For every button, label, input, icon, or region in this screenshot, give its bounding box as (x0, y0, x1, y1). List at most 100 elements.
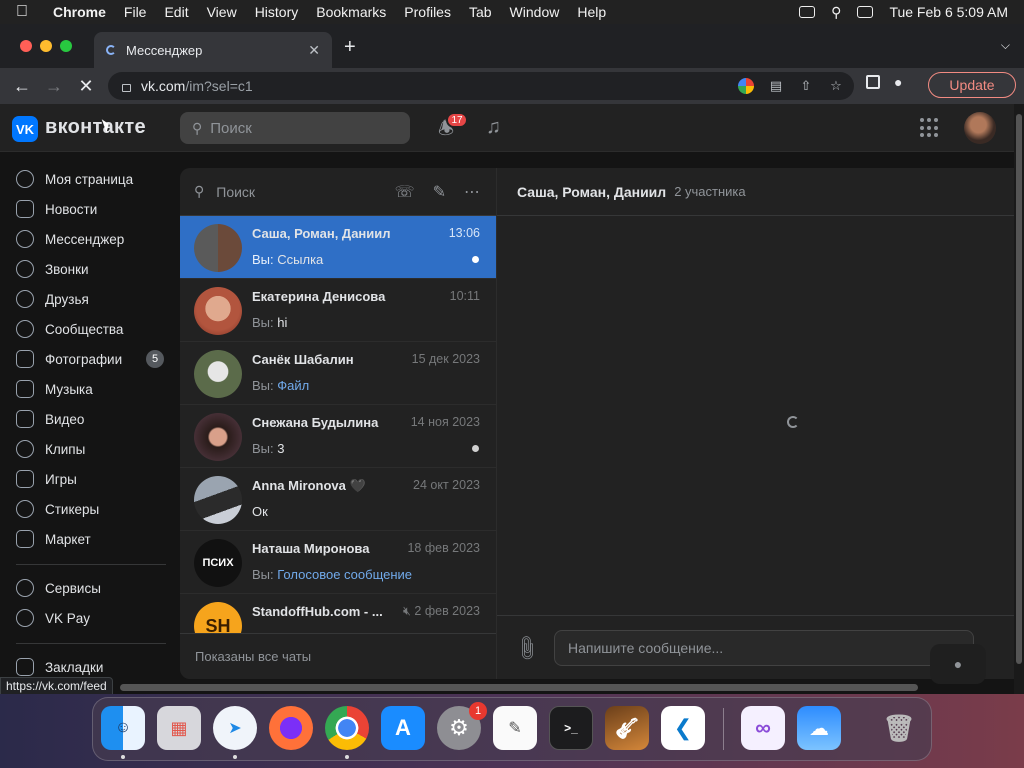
terminal-icon[interactable]: >_ (549, 706, 593, 750)
menu-history[interactable]: History (246, 4, 308, 20)
sidebar-item-news[interactable]: Новости (16, 194, 168, 224)
vk-logo-icon[interactable]: VK (12, 116, 38, 142)
bookmark-star-icon[interactable]: ☆ (828, 78, 844, 94)
conversation-time: 14 ноя 2023 (410, 415, 480, 429)
scrollbar-thumb[interactable] (1016, 114, 1022, 664)
forward-arrow-icon[interactable]: → (38, 76, 70, 97)
sidebar-item-stickers[interactable]: Стикеры (16, 494, 168, 524)
chat-bubble-icon[interactable]: ● (930, 644, 986, 684)
chrome-icon[interactable] (325, 706, 369, 750)
sidebar-item-messenger[interactable]: Мессенджер (16, 224, 168, 254)
horizontal-scrollbar[interactable] (120, 684, 918, 691)
chat-header[interactable]: Саша, Роман, Даниил 2 участника (497, 168, 1014, 216)
tab-close-icon[interactable]: ✕ (308, 42, 320, 59)
clips-icon (16, 440, 34, 458)
translate-icon[interactable]: ▤ (768, 78, 784, 94)
more-icon[interactable]: ⋯ (464, 182, 480, 202)
conversation-row[interactable]: Екатерина Денисова 10:11 Вы: hi (180, 279, 496, 342)
conversation-row[interactable]: ПСИХ Наташа Миронова 18 фев 2023 Вы: Гол… (180, 531, 496, 594)
group-avatar (194, 224, 242, 272)
google-icon[interactable] (738, 78, 754, 94)
preview-link[interactable]: Голосовое сообщение (277, 567, 412, 582)
app-store-icon[interactable]: A (381, 706, 425, 750)
message-input-placeholder: Напишите сообщение... (568, 640, 724, 656)
page-scrollbar[interactable] (1014, 104, 1024, 694)
sidebar-item-my-page[interactable]: Моя страница (16, 164, 168, 194)
vscode-icon[interactable]: ❮ (661, 706, 705, 750)
firefox-icon[interactable] (269, 706, 313, 750)
menu-bookmarks[interactable]: Bookmarks (307, 4, 395, 20)
muted-icon: 🔇︎ (403, 604, 415, 618)
minimize-window-button[interactable] (40, 40, 52, 52)
sidebar-item-video[interactable]: Видео (16, 404, 168, 434)
launchpad-icon[interactable]: ▦ (157, 706, 201, 750)
sidebar-item-photos[interactable]: Фотографии 5 (16, 344, 168, 374)
sidebar-item-vk-pay[interactable]: VK Pay (16, 603, 168, 633)
profile-icon[interactable]: ● (894, 74, 902, 90)
sidebar-item-games[interactable]: Игры (16, 464, 168, 494)
sidebar-item-clips[interactable]: Клипы (16, 434, 168, 464)
lock-icon[interactable] (122, 84, 131, 92)
vk-brand[interactable]: вконтакте (45, 116, 146, 139)
finder-icon[interactable]: ☺ (101, 706, 145, 750)
sidebar-item-calls[interactable]: Звонки (16, 254, 168, 284)
close-window-button[interactable] (20, 40, 32, 52)
spotlight-icon[interactable]: ⚲ (831, 4, 841, 21)
vk-search-input[interactable]: ⚲ Поиск (180, 112, 410, 144)
menu-view[interactable]: View (198, 4, 246, 20)
garageband-icon[interactable]: 🎸︎ (605, 706, 649, 750)
conversation-row[interactable]: Санёк Шабалин 15 дек 2023 Вы: Файл (180, 342, 496, 405)
update-button[interactable]: Update (928, 72, 1016, 98)
share-icon[interactable]: ⇧ (798, 78, 814, 94)
menu-window[interactable]: Window (501, 4, 569, 20)
back-arrow-icon[interactable]: ← (6, 76, 38, 97)
tab-loading-icon (106, 45, 116, 55)
tab-search-chevron-icon[interactable]: ⌵ (1001, 38, 1010, 53)
apps-grid-icon[interactable] (920, 118, 940, 138)
browser-tab[interactable]: Мессенджер ✕ (94, 32, 332, 68)
sidebar-item-friends[interactable]: Друзья (16, 284, 168, 314)
sidebar-item-communities[interactable]: Сообщества (16, 314, 168, 344)
sidebar-item-music[interactable]: Музыка (16, 374, 168, 404)
sidebar-item-label: Видео (45, 411, 85, 427)
chat-members-count[interactable]: 2 участника (674, 184, 745, 199)
weather-icon[interactable]: ☁ (797, 706, 841, 750)
conversation-row[interactable]: Саша, Роман, Даниил 13:06 Вы: Ссылка (180, 216, 496, 279)
im-search-input[interactable]: ⚲ Поиск ☏ ✎ ⋯ (180, 168, 496, 216)
sidebar-item-market[interactable]: Маркет (16, 524, 168, 554)
menu-app-name[interactable]: Chrome (44, 4, 115, 20)
vk-search-placeholder: Поиск (210, 119, 252, 137)
preview-link[interactable]: Файл (277, 378, 309, 393)
conversation-row[interactable]: Anna Mironova 🖤 24 окт 2023 Ок (180, 468, 496, 531)
trash-icon[interactable]: 🗑︎ (877, 706, 921, 750)
menu-help[interactable]: Help (568, 4, 615, 20)
unread-dot (472, 256, 479, 263)
sidebar-item-services[interactable]: Сервисы (16, 573, 168, 603)
user-avatar[interactable] (964, 112, 996, 144)
music-note-icon[interactable]: ♫ (486, 116, 501, 139)
side-panel-icon[interactable] (866, 75, 880, 89)
attach-paperclip-icon[interactable]: 📎︎ (511, 633, 542, 664)
conversation-row[interactable]: Снежана Будылина 14 ноя 2023 Вы: 3 (180, 405, 496, 468)
new-call-icon[interactable]: ☏ (395, 182, 415, 202)
communities-icon (16, 320, 34, 338)
control-center-icon[interactable] (857, 6, 874, 18)
screen-mirroring-icon[interactable] (799, 6, 816, 18)
apple-menu-icon[interactable]:  (0, 3, 44, 21)
address-bar[interactable]: vk.com/im?sel=c1 ▤ ⇧ ☆ (108, 72, 854, 100)
stop-loading-icon[interactable]: ✕ (70, 76, 102, 97)
menu-profiles[interactable]: Profiles (395, 4, 460, 20)
menu-edit[interactable]: Edit (155, 4, 197, 20)
compose-icon[interactable]: ✎ (433, 182, 446, 202)
chat-title[interactable]: Саша, Роман, Даниил (517, 184, 666, 200)
safari-icon[interactable]: ➤ (213, 706, 257, 750)
menubar-clock[interactable]: Tue Feb 6 5:09 AM (889, 4, 1008, 20)
zoom-window-button[interactable] (60, 40, 72, 52)
sidebar-item-label: Мессенджер (45, 231, 125, 247)
visual-studio-icon[interactable]: ∞ (741, 706, 785, 750)
menu-tab[interactable]: Tab (460, 4, 501, 20)
message-input[interactable]: Напишите сообщение... (554, 630, 974, 666)
new-tab-icon[interactable]: + (344, 36, 356, 59)
textedit-icon[interactable]: ✎ (493, 706, 537, 750)
menu-file[interactable]: File (115, 4, 156, 20)
